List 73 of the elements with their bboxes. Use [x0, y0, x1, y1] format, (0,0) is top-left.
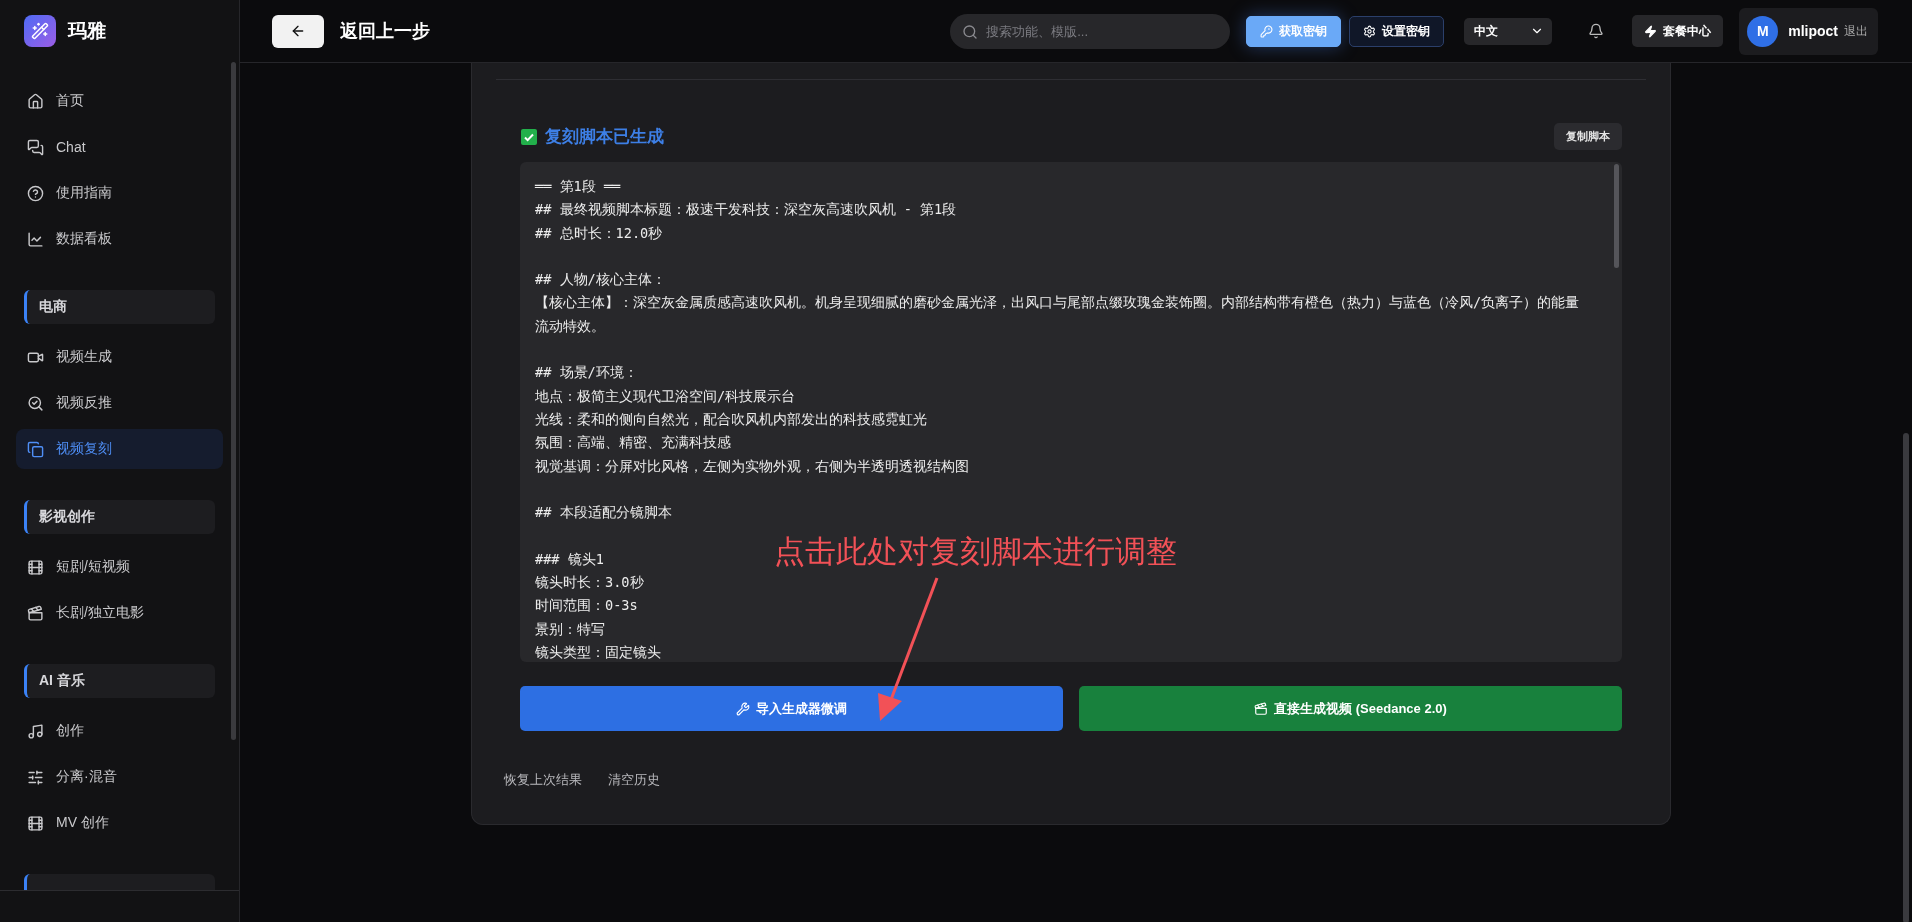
- notification-bell-icon[interactable]: [1588, 23, 1605, 39]
- settings-icon: [1363, 24, 1377, 38]
- script-line: ## 本段适配分镜脚本: [535, 503, 672, 523]
- brand-name: 玛雅: [68, 19, 106, 43]
- film-icon: [27, 814, 44, 832]
- music-icon: [27, 722, 44, 740]
- sidebar-section-header: 影视创作: [24, 500, 215, 534]
- sidebar-section-header: 电商: [24, 290, 215, 324]
- sidebar-item[interactable]: 长剧/独立电影: [16, 593, 223, 633]
- home-icon: [27, 92, 44, 110]
- script-line: ══ 第1段 ══: [535, 177, 621, 196]
- script-line: ## 最终视频脚本标题：极速干发科技：深空灰高速吹风机 - 第1段: [535, 200, 957, 220]
- sidebar-item[interactable]: 分离·混音: [16, 757, 223, 797]
- script-line: ## 场景/环境：: [535, 363, 638, 383]
- search-icon: [962, 23, 979, 40]
- search-field[interactable]: 搜索功能、模版...: [950, 13, 1231, 49]
- sidebar-item[interactable]: 数据看板: [16, 219, 223, 259]
- script-line: ## 总时长：12.0秒: [535, 223, 663, 243]
- sidebar-item[interactable]: 视频生成: [16, 337, 223, 377]
- user-avatar[interactable]: M: [1747, 15, 1779, 47]
- scrollbar[interactable]: [231, 62, 236, 740]
- plan-center-button[interactable]: 套餐中心: [1632, 15, 1724, 47]
- user-name: mlipoct: [1788, 23, 1838, 39]
- clapperboard-icon: [27, 604, 44, 622]
- line-chart-icon: [27, 230, 44, 248]
- script-text-area[interactable]: [520, 162, 1622, 662]
- search-icon: [27, 394, 44, 412]
- sidebar-item[interactable]: 使用指南: [16, 173, 223, 213]
- set-key-button[interactable]: 设置密钥: [1349, 15, 1445, 47]
- sidebar-item[interactable]: Chat: [16, 127, 223, 167]
- script-line: 镜头类型：固定镜头: [535, 642, 661, 662]
- chat-icon: [27, 138, 44, 156]
- script-line: 【核心主体】：深空灰金属质感高速吹风机。机身呈现细腻的磨砂金属光泽，出风口与尾部点缀玫瑰金装饰圈。内部结构带有橙色（热力）与蓝色（冷风/负离子）的能量流动特效。: [535, 293, 1581, 336]
- logout-link[interactable]: 退出: [1844, 22, 1868, 40]
- language-select[interactable]: 中文: [1464, 17, 1553, 45]
- logo-icon: [24, 15, 56, 47]
- script-line: ## 人物/核心主体：: [535, 270, 666, 290]
- import-generator-button[interactable]: 导入生成器微调: [520, 686, 1063, 731]
- help-icon: [27, 184, 44, 202]
- history-link[interactable]: 恢复上次结果: [504, 771, 582, 789]
- script-line: 景别：特写: [535, 619, 605, 639]
- result-title: 复刻脚本已生成: [545, 126, 664, 148]
- sidebar-item[interactable]: MV 创作: [16, 803, 223, 843]
- script-line: 地点：极简主义现代卫浴空间/科技展示台: [535, 386, 796, 406]
- back-button[interactable]: [272, 14, 324, 48]
- wrench-icon: [736, 701, 750, 716]
- copy-icon: [27, 440, 44, 458]
- sliders-icon: [27, 768, 44, 786]
- sidebar-item[interactable]: 首页: [16, 81, 223, 121]
- script-line: 光线：柔和的侧向自然光，配合吹风机内部发出的科技感霓虹光: [535, 409, 927, 429]
- sidebar-item[interactable]: 创作: [16, 711, 223, 751]
- history-link[interactable]: 清空历史: [608, 771, 660, 789]
- clapperboard-icon: [1254, 701, 1269, 716]
- sidebar-item[interactable]: 视频反推: [16, 383, 223, 423]
- back-arrow-icon: [290, 23, 306, 39]
- scrollbar[interactable]: [1903, 433, 1909, 922]
- sidebar-section-header: AI 音乐: [24, 664, 215, 698]
- check-icon: [521, 128, 537, 145]
- script-line: 视觉基调：分屏对比风格，左侧为实物外观，右侧为半透明透视结构图: [535, 456, 969, 476]
- page-title: 返回上一步: [340, 20, 430, 43]
- sidebar-item[interactable]: 短剧/短视频: [16, 547, 223, 587]
- key-icon: [1260, 24, 1274, 38]
- scrollbar[interactable]: [1614, 164, 1619, 268]
- sidebar-item[interactable]: 视频复刻: [16, 429, 223, 469]
- script-line: ### 镜头1: [535, 549, 604, 569]
- script-line: 镜头时长：3.0秒: [535, 573, 644, 593]
- generate-video-button[interactable]: 直接生成视频 (Seedance 2.0): [1079, 686, 1622, 731]
- script-line: 时间范围：0-3s: [535, 596, 638, 616]
- script-line: 氛围：高端、精密、充满科技感: [535, 433, 731, 453]
- copy-script-button[interactable]: 复制脚本: [1554, 123, 1622, 150]
- film-icon: [27, 558, 44, 576]
- lightning-icon: [1644, 24, 1658, 38]
- annotation-text: 点击此处对复刻脚本进行调整: [774, 533, 1177, 571]
